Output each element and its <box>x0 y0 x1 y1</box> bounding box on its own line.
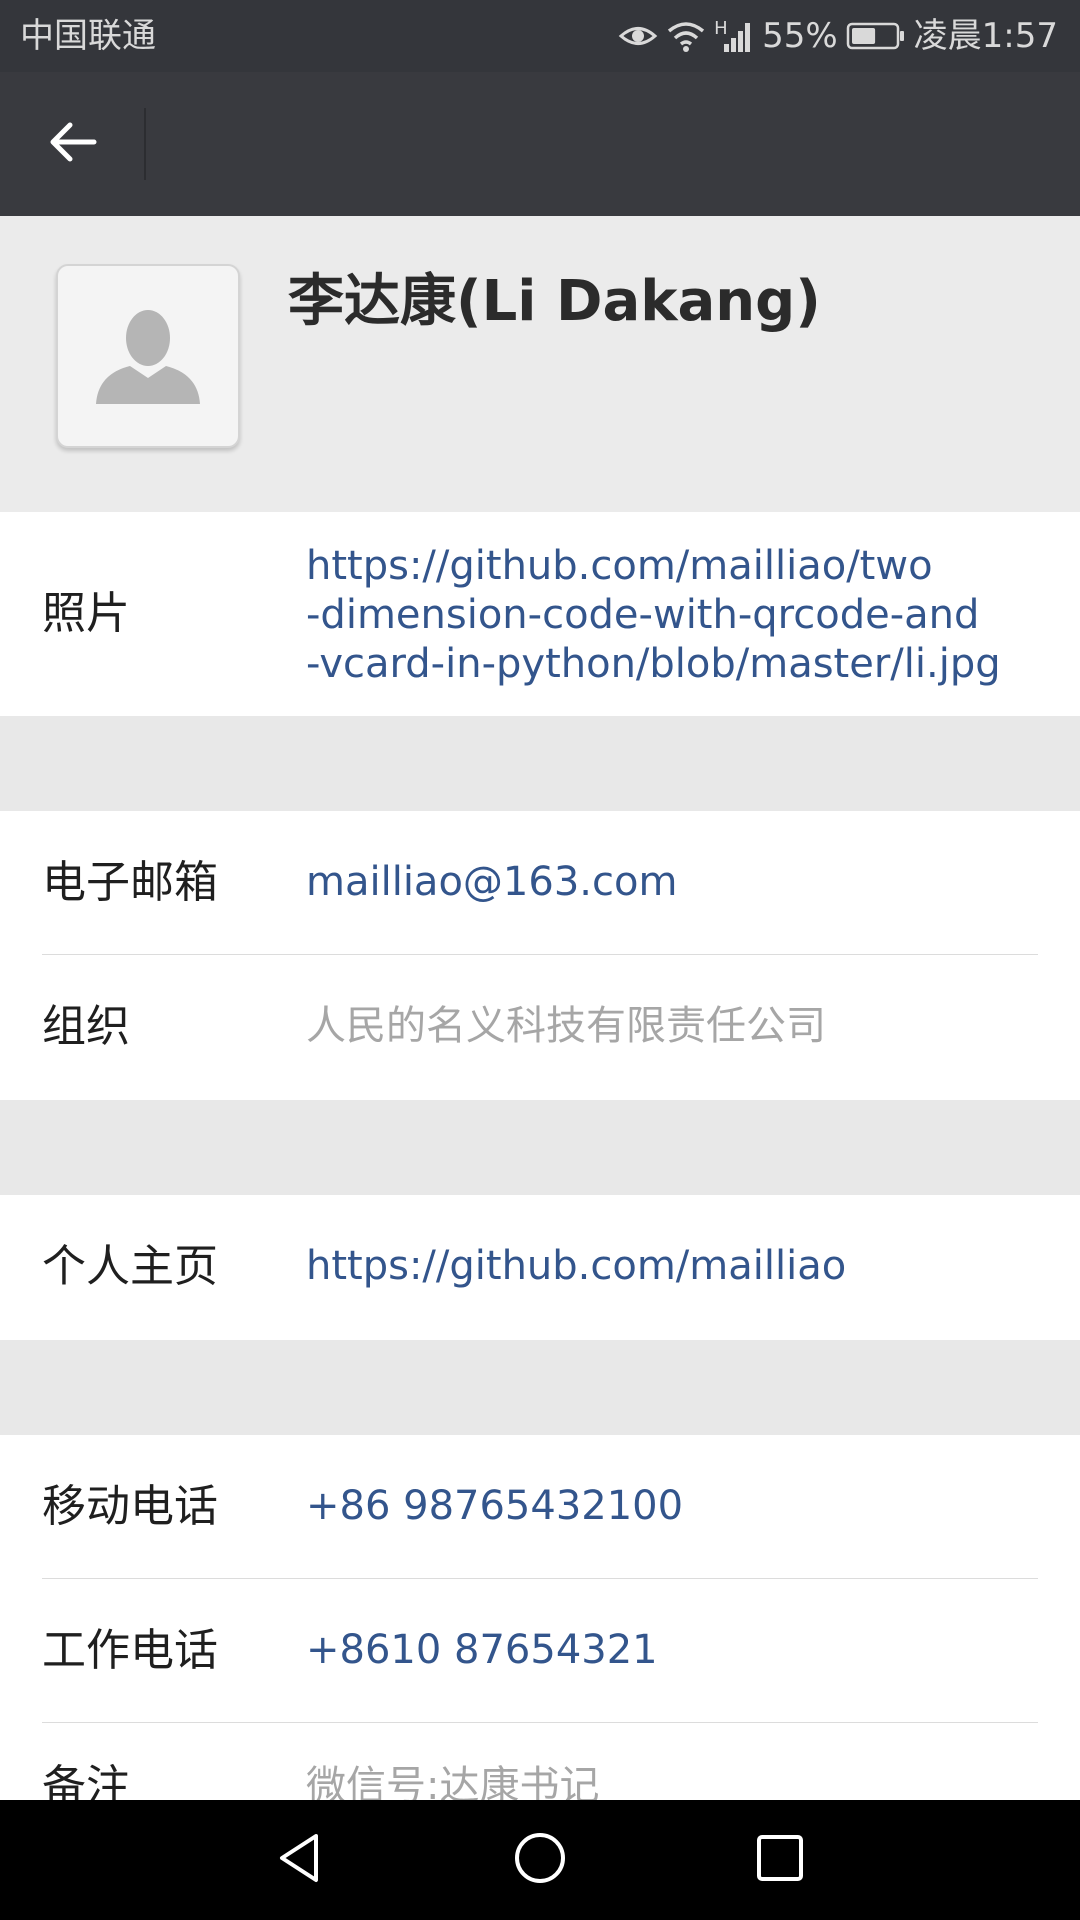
home-circle-icon <box>510 1828 570 1892</box>
navigation-bar <box>0 1800 1080 1920</box>
network-type-label: H <box>714 18 728 39</box>
app-bar <box>0 72 1080 216</box>
battery-icon <box>846 21 906 51</box>
homepage-row[interactable]: 个人主页 https://github.com/mailliao <box>0 1195 1080 1340</box>
wifi-icon <box>666 19 706 53</box>
email-label: 电子邮箱 <box>42 857 218 908</box>
back-button[interactable] <box>0 72 144 216</box>
clock: 凌晨1:57 <box>913 16 1058 56</box>
photo-label: 照片 <box>42 588 130 639</box>
photo-url[interactable]: https://github.com/mailliao/two -dimensi… <box>306 542 1001 689</box>
work-phone-row[interactable]: 工作电话 +8610 87654321 <box>0 1579 1080 1723</box>
homepage-label: 个人主页 <box>42 1241 218 1292</box>
contact-detail-screen: 中国联通 H 55% 凌晨1:57 李达康(Li Dakang) 照片 http… <box>0 0 1080 1920</box>
carrier-label: 中国联通 <box>20 16 156 56</box>
organization-value: 人民的名义科技有限责任公司 <box>306 1003 826 1049</box>
email-row[interactable]: 电子邮箱 mailliao@163.com <box>0 811 1080 955</box>
back-triangle-icon <box>270 1828 330 1892</box>
photo-row[interactable]: 照片 https://github.com/mailliao/two -dime… <box>0 512 1080 716</box>
work-phone-label: 工作电话 <box>42 1625 218 1676</box>
organization-row[interactable]: 组织 人民的名义科技有限责任公司 <box>0 955 1080 1100</box>
homepage-value[interactable]: https://github.com/mailliao <box>306 1242 846 1291</box>
organization-label: 组织 <box>42 1001 130 1052</box>
signal-icon: H <box>714 18 754 54</box>
person-silhouette-icon <box>58 310 238 446</box>
arrow-left-icon <box>44 114 100 174</box>
eye-icon <box>618 21 658 51</box>
contact-info-card: 电子邮箱 mailliao@163.com 组织 人民的名义科技有限责任公司 <box>0 811 1080 1100</box>
avatar[interactable] <box>56 264 240 448</box>
photo-url-line: -vcard-in-python/blob/master/li.jpg <box>306 641 1001 687</box>
nav-back-button[interactable] <box>260 1820 340 1900</box>
photo-url-line: -dimension-code-with-qrcode-and <box>306 592 980 638</box>
status-bar: 中国联通 H 55% 凌晨1:57 <box>0 0 1080 72</box>
photo-card: 照片 https://github.com/mailliao/two -dime… <box>0 512 1080 716</box>
phone-card: 移动电话 +86 98765432100 工作电话 +8610 87654321… <box>0 1435 1080 1812</box>
homepage-card: 个人主页 https://github.com/mailliao <box>0 1195 1080 1340</box>
status-indicators: H 55% 凌晨1:57 <box>618 10 1058 62</box>
mobile-phone-value[interactable]: +86 98765432100 <box>306 1482 683 1531</box>
nav-recents-button[interactable] <box>740 1820 820 1900</box>
battery-percent: 55% <box>762 16 838 56</box>
mobile-phone-row[interactable]: 移动电话 +86 98765432100 <box>0 1435 1080 1579</box>
profile-header: 李达康(Li Dakang) <box>0 216 1080 512</box>
contact-name: 李达康(Li Dakang) <box>288 269 821 334</box>
mobile-phone-label: 移动电话 <box>42 1481 218 1532</box>
email-value[interactable]: mailliao@163.com <box>306 858 677 907</box>
recents-square-icon <box>750 1828 810 1892</box>
photo-url-line: https://github.com/mailliao/two <box>306 543 933 589</box>
work-phone-value[interactable]: +8610 87654321 <box>306 1626 658 1675</box>
nav-home-button[interactable] <box>500 1820 580 1900</box>
app-bar-divider <box>144 108 146 180</box>
